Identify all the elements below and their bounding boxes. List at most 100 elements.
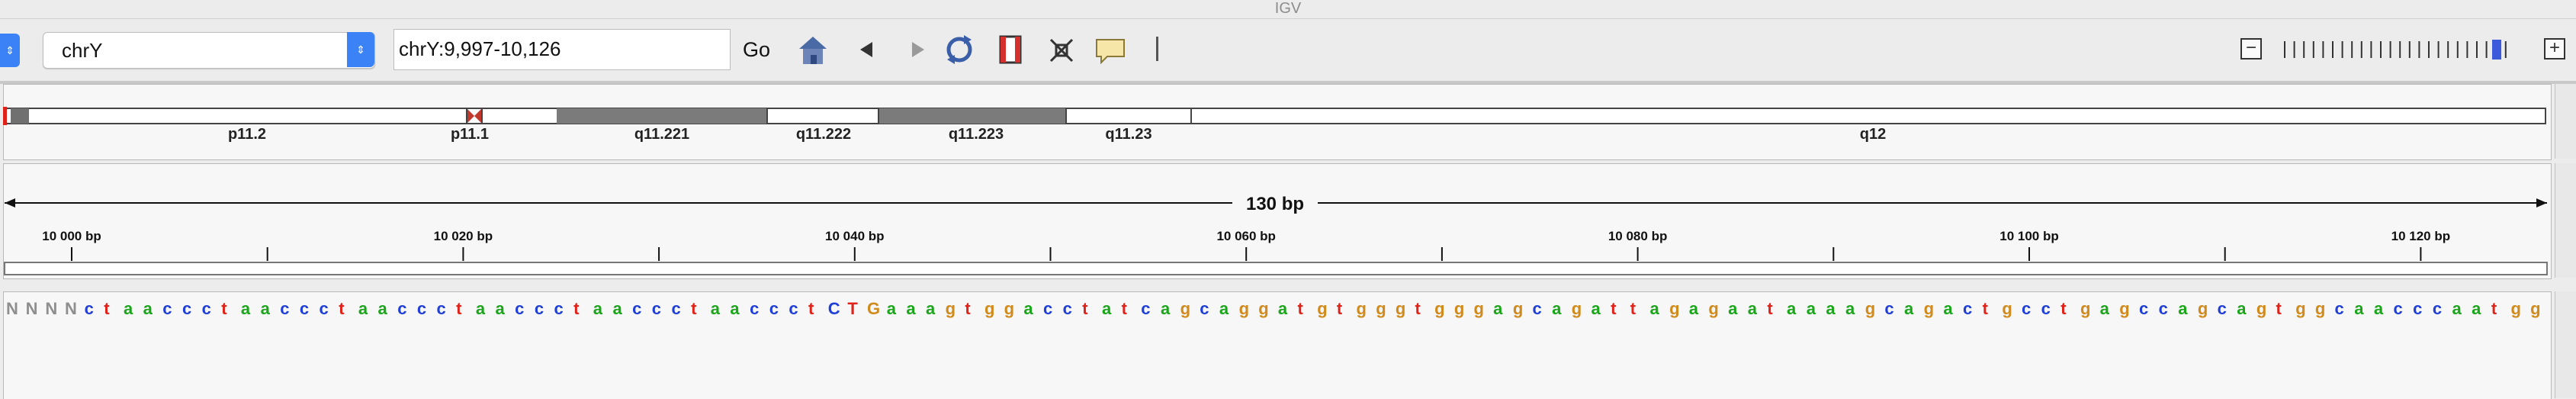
- base-letter: a: [1845, 299, 1855, 318]
- ruler-tick-label: 10 100 bp: [1999, 229, 2059, 243]
- base-letter: c: [2432, 299, 2443, 318]
- base-letter: t: [2276, 299, 2282, 318]
- base-letter: c: [319, 299, 329, 318]
- sequence-scrollbar[interactable]: [2555, 291, 2576, 398]
- base-letter: t: [1611, 299, 1617, 318]
- base-letter: a: [1806, 299, 1816, 318]
- zoom-out-button[interactable]: −: [2240, 38, 2262, 60]
- base-letter: g: [1238, 299, 1250, 318]
- base-letter: c: [1884, 299, 1894, 318]
- base-letter: g: [1923, 299, 1935, 318]
- back-icon[interactable]: [850, 31, 886, 69]
- toolbar-divider: [1156, 37, 1158, 61]
- base-letter: t: [339, 299, 345, 318]
- base-letter: t: [1415, 299, 1421, 318]
- base-letter: g: [1180, 299, 1191, 318]
- base-letter: c: [789, 299, 798, 318]
- base-letter: t: [1121, 299, 1127, 318]
- base-letter: a: [1493, 299, 1503, 318]
- band-label: q12: [1860, 126, 1886, 143]
- base-letter: a: [2373, 299, 2384, 318]
- resize-icon[interactable]: [1043, 31, 1080, 69]
- base-letter: g: [1434, 299, 1445, 318]
- band-label: q11.222: [796, 126, 851, 143]
- base-letter: c: [1062, 299, 1072, 318]
- zoom-in-button[interactable]: +: [2544, 38, 2565, 60]
- base-letter: a: [2178, 299, 2188, 318]
- base-letter: t: [456, 299, 462, 318]
- base-letter: a: [260, 299, 270, 318]
- base-letter: t: [2060, 299, 2067, 318]
- base-letter: t: [104, 299, 110, 318]
- base-letter: a: [1826, 299, 1836, 318]
- base-letter: t: [691, 299, 697, 318]
- refresh-icon[interactable]: [941, 31, 978, 69]
- base-letter: c: [1141, 299, 1151, 318]
- base-letter: g: [984, 299, 995, 318]
- base-letter: c: [280, 299, 290, 318]
- region-icon[interactable]: [993, 31, 1029, 69]
- base-letter: a: [2354, 299, 2364, 318]
- ruler-tick-label: 10 060 bp: [1216, 229, 1276, 243]
- base-letter: t: [1082, 299, 1088, 318]
- base-letter: c: [2413, 299, 2423, 318]
- base-letter: c: [2021, 299, 2032, 318]
- band-label: q11.23: [1105, 126, 1151, 143]
- base-letter: g: [1258, 299, 1269, 318]
- base-letter: c: [2334, 299, 2344, 318]
- window-title: IGV: [0, 0, 2576, 19]
- band-label: q11.223: [949, 126, 1004, 143]
- home-icon[interactable]: [795, 31, 831, 69]
- base-letter: c: [534, 299, 544, 318]
- base-letter: c: [2158, 299, 2168, 318]
- base-letter: t: [1336, 299, 1343, 318]
- base-letter: t: [808, 299, 814, 318]
- base-letter: g: [2295, 299, 2306, 318]
- chromosome-select[interactable]: chrY ⇕: [43, 32, 375, 69]
- toolbar: [0, 20, 2576, 84]
- band-label: p11.1: [451, 126, 489, 143]
- base-letter: N: [25, 299, 38, 318]
- base-letter: g: [1376, 299, 1386, 318]
- base-letter: a: [475, 299, 486, 318]
- ruler: 130 bp 10 000 bp 10 020 bp 10 040 bp 10 060…: [4, 192, 2548, 275]
- base-letter: c: [2138, 299, 2149, 318]
- base-letter: c: [2041, 299, 2051, 318]
- base-letter: g: [1356, 299, 1367, 318]
- base-letter: c: [750, 299, 760, 318]
- base-letter: c: [1532, 299, 1542, 318]
- ruler-scrollbar[interactable]: [2555, 163, 2576, 278]
- base-letter: g: [2080, 299, 2091, 318]
- base-letter: a: [1277, 299, 1288, 318]
- genome-stepper[interactable]: ⇕: [0, 34, 20, 67]
- base-letter: N: [45, 299, 58, 318]
- ruler-tick-label: 10 000 bp: [42, 229, 101, 243]
- popup-icon[interactable]: [1092, 31, 1129, 69]
- zoom-slider[interactable]: [2280, 38, 2524, 61]
- base-letter: g: [2314, 299, 2326, 318]
- base-letter: t: [1982, 299, 1988, 318]
- base-letter: c: [515, 299, 525, 318]
- base-letter: c: [554, 299, 564, 318]
- base-letter: g: [1317, 299, 1328, 318]
- base-letter: c: [651, 299, 662, 318]
- base-letter: a: [1591, 299, 1601, 318]
- base-letter: c: [436, 299, 446, 318]
- base-letter: g: [1708, 299, 1719, 318]
- ideogram-scrollbar[interactable]: [2555, 84, 2576, 159]
- base-letter: a: [358, 299, 368, 318]
- go-button[interactable]: Go: [743, 38, 770, 62]
- base-letter: a: [1023, 299, 1033, 318]
- base-letter: c: [2393, 299, 2403, 318]
- locus-input[interactable]: chrY:9,997-10,126: [393, 29, 731, 70]
- base-letter: g: [1571, 299, 1582, 318]
- ideogram[interactable]: p11.2 p11.1 q11.221 q11.222 q11.223 q11.23 q12: [3, 84, 2550, 159]
- base-letter: t: [2491, 299, 2497, 318]
- forward-icon[interactable]: [898, 31, 935, 69]
- base-letter: c: [671, 299, 681, 318]
- base-letter: c: [1042, 299, 1053, 318]
- base-letter: g: [2197, 299, 2208, 318]
- base-letter: a: [1728, 299, 1738, 318]
- zoom-thumb[interactable]: [2492, 40, 2501, 60]
- base-letter: c: [1963, 299, 1973, 318]
